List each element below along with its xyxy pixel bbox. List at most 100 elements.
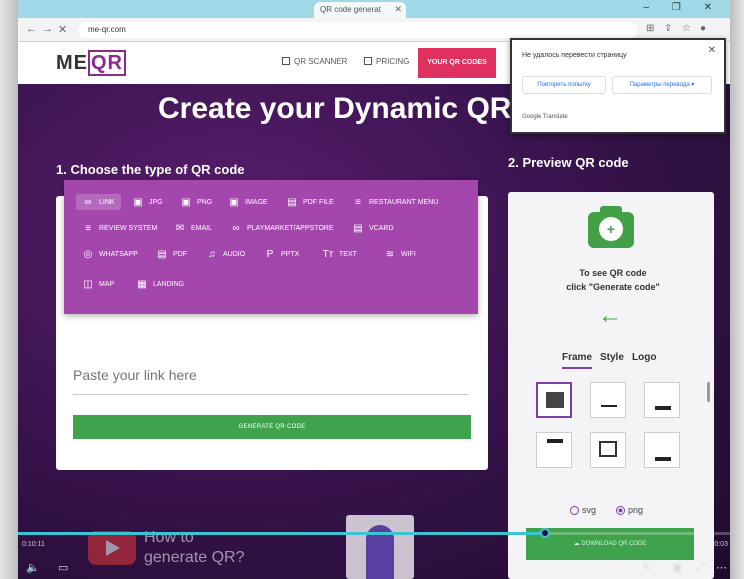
forward-icon[interactable]: → bbox=[42, 23, 53, 35]
browser-tab[interactable]: QR code generat ✕ bbox=[314, 2, 406, 18]
radio-selected-icon bbox=[616, 505, 625, 515]
settings-icon[interactable]: ▣ bbox=[672, 561, 682, 574]
stop-icon[interactable]: ✕ bbox=[58, 23, 67, 36]
fullscreen-icon[interactable]: ⤢ bbox=[696, 561, 705, 574]
type-png[interactable]: ▣ PNG bbox=[180, 194, 212, 210]
type-label: VCARD bbox=[369, 224, 394, 232]
type-label: JPG bbox=[149, 198, 163, 206]
camera-icon: + bbox=[588, 206, 634, 248]
translate-settings-button[interactable]: Параметры перевода ▾ bbox=[612, 76, 712, 94]
edit-icon[interactable]: ✎ bbox=[642, 561, 651, 574]
type-pptx[interactable]: P PPTX bbox=[264, 246, 300, 262]
share-icon[interactable]: ⇪ bbox=[664, 23, 672, 34]
preview-hint-line1: To see QR code bbox=[579, 268, 647, 278]
type-label: LANDING bbox=[153, 280, 185, 288]
type-label: IMAGE bbox=[245, 198, 268, 206]
type-restaurant-menu[interactable]: ≡ RESTAURANT MENU bbox=[352, 194, 438, 210]
subtitles-icon[interactable]: ▭ bbox=[58, 561, 68, 574]
type-map[interactable]: ◫ MAP bbox=[82, 276, 114, 292]
preview-hint-line2: click "Generate code" bbox=[566, 282, 660, 292]
tab-style[interactable]: Style bbox=[600, 352, 624, 363]
download-label: DOWNLOAD QR CODE bbox=[581, 541, 647, 547]
file-icon: ▤ bbox=[157, 248, 167, 260]
type-label: PPTX bbox=[281, 250, 300, 258]
video-progress-bar[interactable] bbox=[18, 528, 730, 538]
landing-icon: ▦ bbox=[137, 278, 147, 290]
translate-message: Не удалось перевести страницу bbox=[522, 52, 627, 59]
format-svg[interactable]: svg bbox=[570, 505, 596, 515]
translate-icon[interactable]: ⊞ bbox=[646, 23, 654, 34]
preview-hint: To see QR code click "Generate code" bbox=[538, 266, 688, 294]
translate-popup: Не удалось перевести страницу ✕ Повторит… bbox=[510, 38, 726, 134]
generate-qr-button[interactable]: GENERATE QR CODE bbox=[73, 415, 471, 439]
bookmark-icon[interactable]: ☆ bbox=[682, 23, 691, 34]
translate-settings-label: Параметры перевода bbox=[629, 82, 690, 88]
nav-qr-scanner[interactable]: QR SCANNER bbox=[282, 57, 347, 66]
type-email[interactable]: ✉ EMAIL bbox=[174, 220, 212, 236]
video-end-time: 0:03 bbox=[714, 541, 728, 548]
type-image[interactable]: ▣ IMAGE bbox=[228, 194, 268, 210]
link-icon: ∞ bbox=[232, 222, 240, 234]
nav-qr-scanner-label: QR SCANNER bbox=[294, 57, 348, 66]
link-input[interactable] bbox=[73, 355, 469, 395]
type-link[interactable]: ∞ LINK bbox=[76, 194, 121, 210]
image-icon: ▣ bbox=[229, 196, 239, 208]
type-review-system[interactable]: ≡ REVIEW SYSTEM bbox=[82, 220, 157, 236]
type-text[interactable]: Tт TEXT bbox=[322, 246, 357, 262]
type-whatsapp[interactable]: ◎ WHATSAPP bbox=[82, 246, 138, 262]
more-icon[interactable]: ⋯ bbox=[716, 561, 727, 574]
logo-prefix: ME bbox=[56, 52, 88, 74]
frame-option[interactable] bbox=[536, 382, 572, 418]
frame-option[interactable] bbox=[644, 382, 680, 418]
type-label: PNG bbox=[197, 198, 213, 206]
volume-icon[interactable]: 🔈 bbox=[26, 561, 40, 574]
close-icon[interactable]: ✕ bbox=[394, 4, 402, 15]
type-label: AUDIO bbox=[223, 250, 246, 258]
frame-option[interactable] bbox=[644, 432, 680, 468]
type-landing[interactable]: ▦ LANDING bbox=[136, 276, 184, 292]
music-icon: ♫ bbox=[208, 248, 216, 260]
close-icon[interactable]: ✕ bbox=[708, 45, 716, 56]
file-icon: ▤ bbox=[287, 196, 297, 208]
retry-button[interactable]: Повторить попытку bbox=[522, 76, 606, 94]
wifi-icon: ≋ bbox=[385, 248, 395, 260]
type-wifi[interactable]: ≋ WIFI bbox=[384, 246, 416, 262]
screen-frame: QR code generat ✕ – ❐ ✕ ← → ✕ me-qr.com … bbox=[18, 0, 730, 579]
type-label: REVIEW SYSTEM bbox=[99, 224, 158, 232]
frame-option[interactable] bbox=[590, 432, 626, 468]
window-controls[interactable]: – ❐ ✕ bbox=[644, 2, 722, 13]
tab-title: QR code generat bbox=[320, 5, 381, 14]
video-title-line1: How to bbox=[144, 529, 194, 546]
type-jpg[interactable]: ▣ JPG bbox=[132, 194, 163, 210]
type-label: RESTAURANT MENU bbox=[369, 198, 439, 206]
video-scrubber[interactable] bbox=[539, 528, 550, 538]
nav-pricing[interactable]: PRICING bbox=[364, 57, 409, 66]
type-label: WHATSAPP bbox=[99, 250, 138, 258]
type-playmarket-appstore[interactable]: ∞ PLAYMARKET/APPSTORE bbox=[230, 220, 333, 236]
list-icon: ≡ bbox=[85, 222, 91, 234]
tab-frame[interactable]: Frame bbox=[562, 352, 593, 369]
tab-logo[interactable]: Logo bbox=[632, 352, 656, 363]
type-pdf-file[interactable]: ▤ PDF FILE bbox=[286, 194, 333, 210]
your-qr-codes-button[interactable]: YOUR QR CODES bbox=[418, 48, 496, 78]
type-audio[interactable]: ♫ AUDIO bbox=[206, 246, 245, 262]
type-vcard[interactable]: ▤ VCARD bbox=[352, 220, 394, 236]
frame-option[interactable] bbox=[536, 432, 572, 468]
site-logo[interactable]: ME QR bbox=[56, 50, 126, 76]
image-icon: ▣ bbox=[133, 196, 143, 208]
type-label: TEXT bbox=[339, 250, 357, 258]
back-icon[interactable]: ← bbox=[26, 23, 37, 35]
scanner-icon bbox=[282, 57, 290, 65]
link-icon: ∞ bbox=[84, 196, 92, 208]
arrow-left-icon: ← bbox=[598, 302, 622, 329]
frames-scrollbar[interactable] bbox=[707, 382, 710, 402]
screen-edge-right bbox=[730, 0, 744, 579]
url-field[interactable]: me-qr.com bbox=[78, 22, 638, 38]
format-png[interactable]: png bbox=[616, 505, 643, 515]
profile-icon[interactable]: ● bbox=[700, 23, 706, 34]
map-icon: ◫ bbox=[83, 278, 93, 290]
logo-qr: QR bbox=[88, 50, 126, 76]
frame-option[interactable] bbox=[590, 382, 626, 418]
type-pdf[interactable]: ▤ PDF bbox=[156, 246, 187, 262]
chevron-down-icon: ▾ bbox=[691, 82, 695, 88]
